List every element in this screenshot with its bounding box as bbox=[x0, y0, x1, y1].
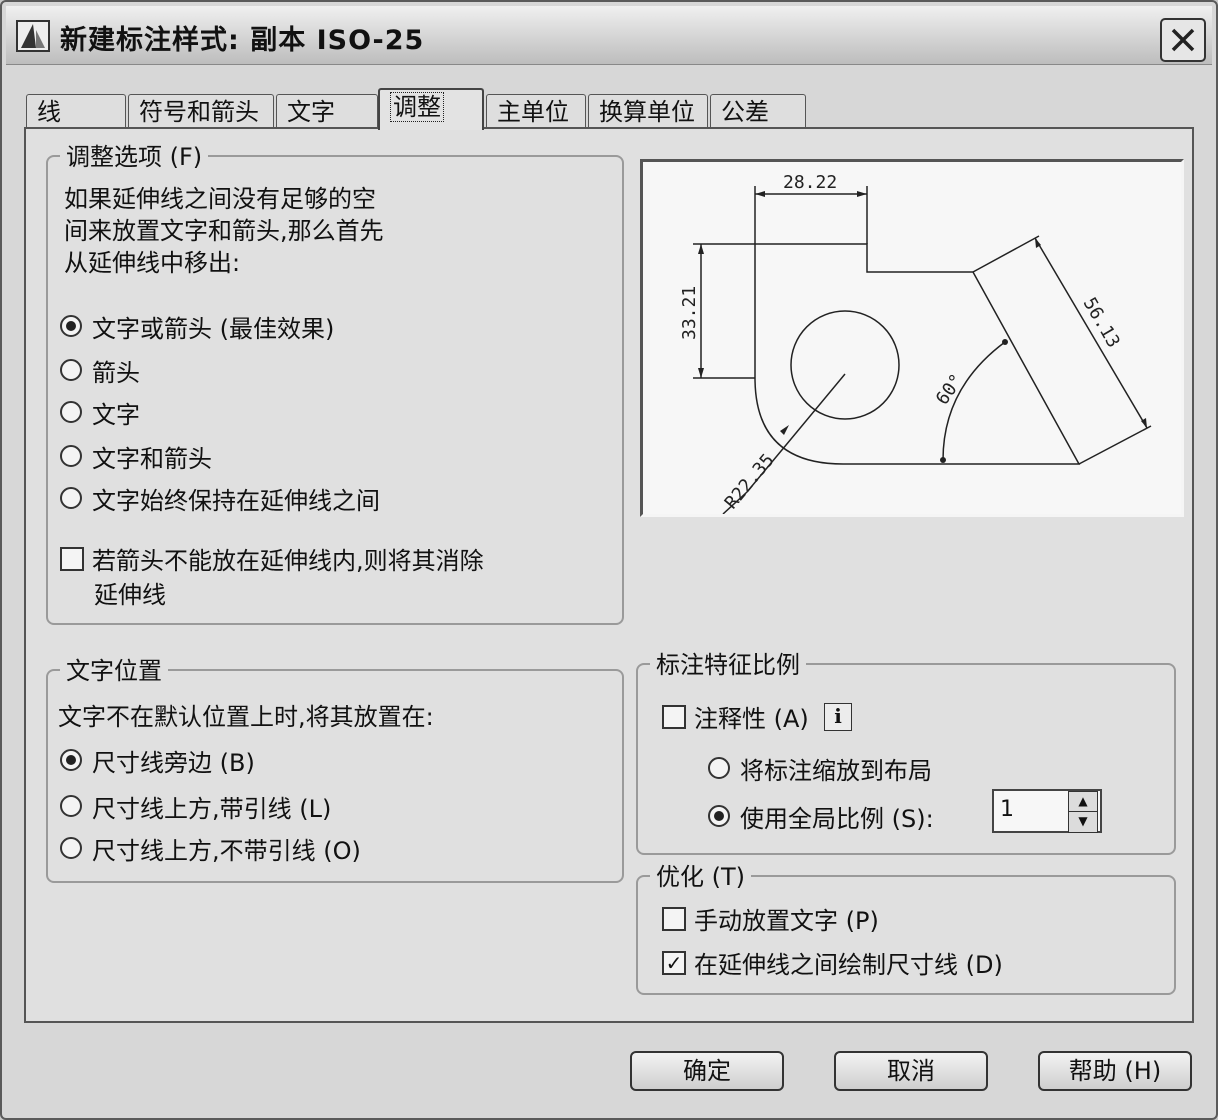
text-placement-group: 文字位置 文字不在默认位置上时,将其放置在: 尺寸线旁边 (B) 尺寸线上方,带… bbox=[46, 651, 624, 883]
autocad-icon bbox=[16, 20, 50, 52]
info-icon[interactable]: i bbox=[824, 703, 852, 731]
close-button[interactable] bbox=[1160, 18, 1206, 62]
radio-text-label[interactable]: 文字 bbox=[92, 395, 140, 430]
manual-text-checkbox[interactable] bbox=[662, 907, 686, 931]
text-placement-desc: 文字不在默认位置上时,将其放置在: bbox=[58, 703, 434, 731]
radio-over-with-leader[interactable] bbox=[60, 795, 82, 817]
close-icon bbox=[1171, 28, 1195, 52]
fine-tuning-group: 优化 (T) 手动放置文字 (P) ✓ 在延伸线之间绘制尺寸线 (D) bbox=[636, 857, 1176, 995]
annotative-label[interactable]: 注释性 (A) bbox=[694, 699, 809, 734]
preview-dim-top: 28.22 bbox=[783, 172, 837, 193]
title-bar[interactable]: 新建标注样式: 副本 ISO-25 bbox=[6, 6, 1212, 65]
tab-tolerances[interactable]: 公差 bbox=[710, 94, 806, 128]
annotative-checkbox[interactable] bbox=[662, 705, 686, 729]
help-button[interactable]: 帮助 (H) bbox=[1038, 1051, 1192, 1091]
spin-down-button[interactable]: ▼ bbox=[1068, 811, 1098, 833]
preview-dim-angle: 60° bbox=[932, 370, 968, 409]
preview-pane: 28.22 33.21 56.13 60° R22.35 bbox=[640, 159, 1184, 517]
radio-text-inside-label[interactable]: 文字始终保持在延伸线之间 bbox=[92, 481, 380, 516]
tab-primary-units[interactable]: 主单位 bbox=[486, 94, 586, 128]
radio-scale-to-layout-label[interactable]: 将标注缩放到布局 bbox=[740, 751, 932, 786]
radio-beside-dim-line[interactable] bbox=[60, 749, 82, 771]
radio-arrows[interactable] bbox=[60, 359, 82, 381]
radio-text[interactable] bbox=[60, 401, 82, 423]
suppress-arrows-label-1[interactable]: 若箭头不能放在延伸线内,则将其消除 bbox=[92, 541, 484, 576]
manual-text-label[interactable]: 手动放置文字 (P) bbox=[694, 901, 879, 936]
cancel-button[interactable]: 取消 bbox=[834, 1051, 988, 1091]
fit-options-title: 调整选项 (F) bbox=[60, 137, 209, 172]
tab-strip: 线 符号和箭头 文字 调整 主单位 换算单位 公差 bbox=[26, 88, 1206, 130]
draw-dim-line-checkbox[interactable]: ✓ bbox=[662, 951, 686, 975]
scale-title: 标注特征比例 bbox=[650, 645, 806, 680]
radio-text-and-arrows-label[interactable]: 文字和箭头 bbox=[92, 439, 212, 474]
radio-text-and-arrows[interactable] bbox=[60, 445, 82, 467]
radio-over-without-leader[interactable] bbox=[60, 837, 82, 859]
fine-tuning-title: 优化 (T) bbox=[650, 857, 752, 892]
scale-group: 标注特征比例 注释性 (A) i 将标注缩放到布局 使用全局比例 (S): 1 … bbox=[636, 645, 1176, 855]
draw-dim-line-label[interactable]: 在延伸线之间绘制尺寸线 (D) bbox=[694, 945, 1003, 980]
tab-alternate-units[interactable]: 换算单位 bbox=[588, 94, 708, 128]
fit-desc-line-3: 从延伸线中移出: bbox=[64, 249, 241, 277]
fit-desc-line-1: 如果延伸线之间没有足够的空 bbox=[64, 185, 376, 213]
fit-options-group: 调整选项 (F) 如果延伸线之间没有足够的空 间来放置文字和箭头,那么首先 从延… bbox=[46, 137, 624, 625]
suppress-arrows-checkbox[interactable] bbox=[60, 547, 84, 571]
window-title: 新建标注样式: 副本 ISO-25 bbox=[60, 25, 425, 56]
text-placement-title: 文字位置 bbox=[60, 651, 168, 686]
tab-fit[interactable]: 调整 bbox=[378, 88, 484, 130]
radio-global-scale[interactable] bbox=[708, 805, 730, 827]
radio-over-without-leader-label[interactable]: 尺寸线上方,不带引线 (O) bbox=[92, 831, 361, 866]
preview-dim-left: 33.21 bbox=[679, 286, 700, 340]
preview-dim-radius: R22.35 bbox=[721, 450, 779, 513]
radio-text-or-arrows-label[interactable]: 文字或箭头 (最佳效果) bbox=[92, 309, 334, 344]
radio-over-with-leader-label[interactable]: 尺寸线上方,带引线 (L) bbox=[92, 789, 331, 824]
radio-arrows-label[interactable]: 箭头 bbox=[92, 353, 140, 388]
radio-text-or-arrows[interactable] bbox=[60, 315, 82, 337]
radio-global-scale-label[interactable]: 使用全局比例 (S): bbox=[740, 799, 934, 834]
radio-scale-to-layout[interactable] bbox=[708, 757, 730, 779]
tab-lines[interactable]: 线 bbox=[26, 94, 126, 128]
preview-drawing: 28.22 33.21 56.13 60° R22.35 bbox=[679, 172, 1152, 515]
ok-button[interactable]: 确定 bbox=[630, 1051, 784, 1091]
spin-up-button[interactable]: ▲ bbox=[1068, 791, 1098, 813]
tab-text[interactable]: 文字 bbox=[276, 94, 378, 128]
dialog-window: 新建标注样式: 副本 ISO-25 线 符号和箭头 文字 调整 主单位 换算单位… bbox=[0, 0, 1218, 1120]
tab-panel-fit: 调整选项 (F) 如果延伸线之间没有足够的空 间来放置文字和箭头,那么首先 从延… bbox=[24, 127, 1194, 1023]
fit-desc-line-2: 间来放置文字和箭头,那么首先 bbox=[64, 217, 384, 245]
suppress-arrows-label-2[interactable]: 延伸线 bbox=[94, 575, 166, 610]
tab-symbols-arrows[interactable]: 符号和箭头 bbox=[128, 94, 274, 128]
radio-beside-dim-line-label[interactable]: 尺寸线旁边 (B) bbox=[92, 743, 255, 778]
radio-text-inside[interactable] bbox=[60, 487, 82, 509]
